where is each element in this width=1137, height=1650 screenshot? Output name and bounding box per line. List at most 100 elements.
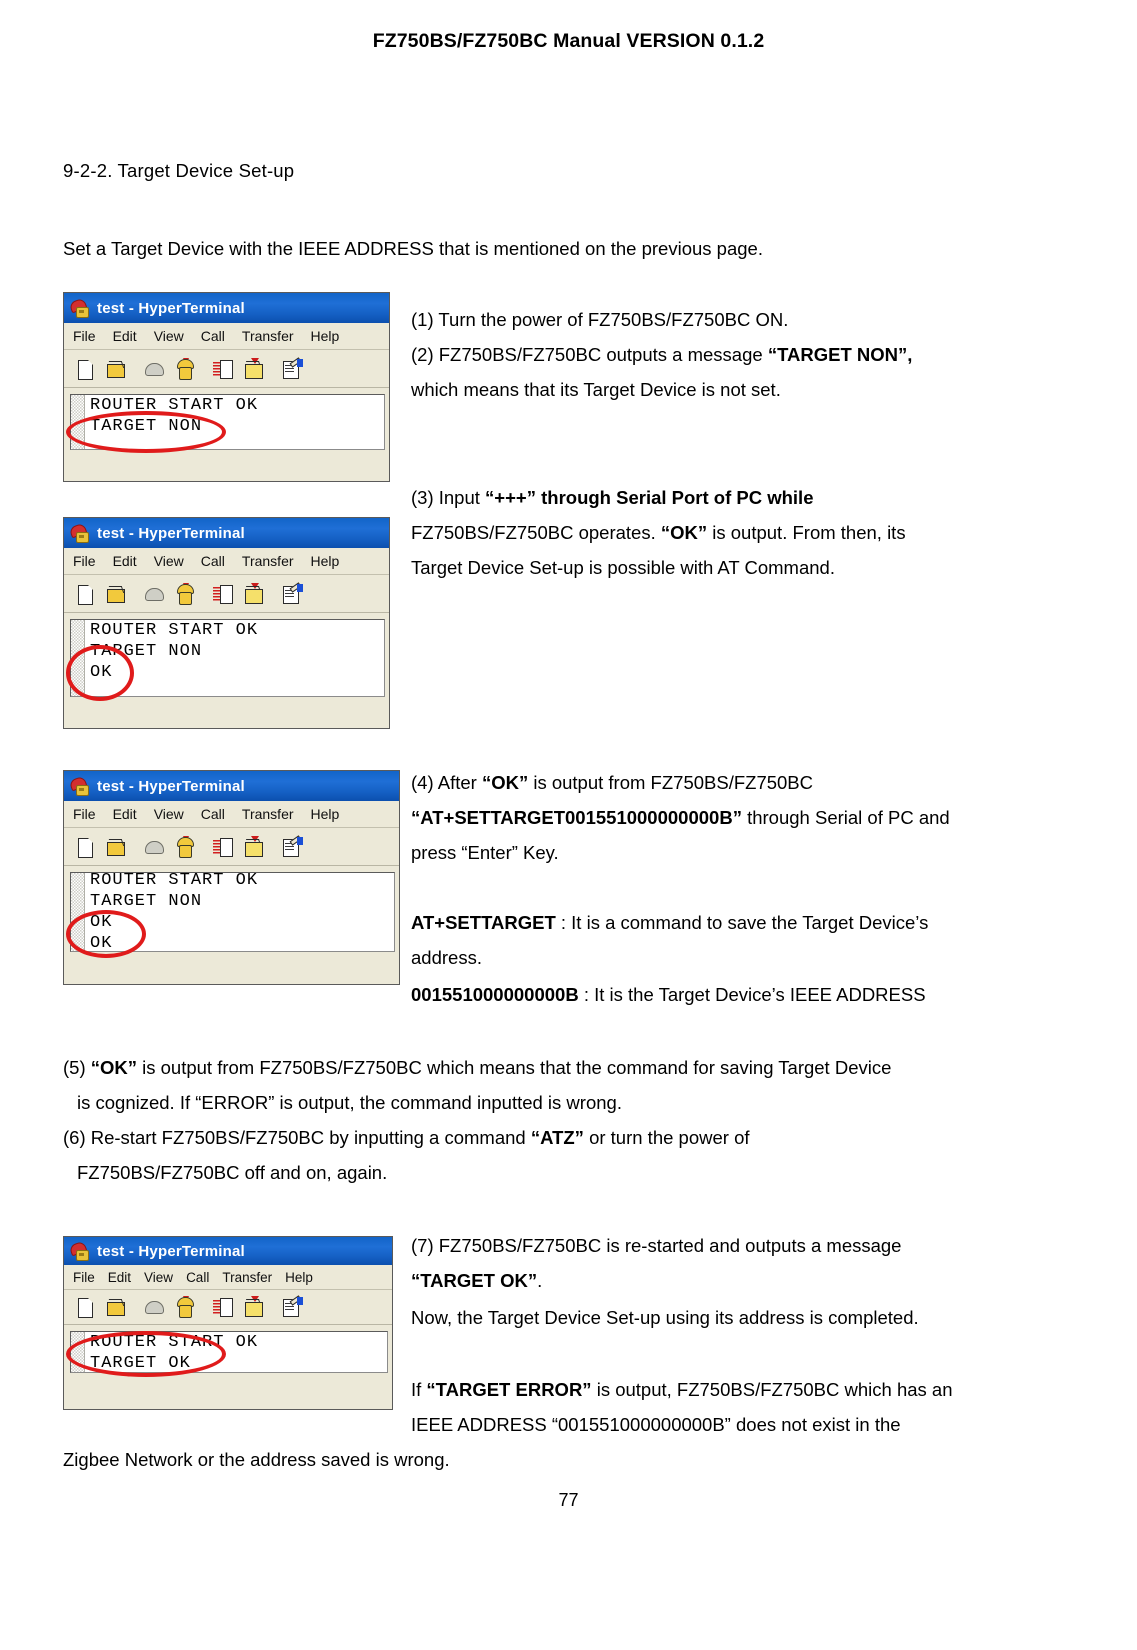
properties-icon[interactable] [281,834,303,858]
connect-phone-icon[interactable] [174,835,196,858]
menu-item-edit[interactable]: Edit [113,806,137,822]
open-folder-icon[interactable] [105,583,127,605]
terminal-scrollbar[interactable] [71,1332,85,1372]
properties-icon[interactable] [281,1295,303,1318]
menu-item-transfer[interactable]: Transfer [242,806,294,822]
terminal-line: TARGET NON [90,892,203,911]
step-1-2-block: (1) Turn the power of FZ750BS/FZ750BC ON… [411,302,1018,407]
note-line-1: AT+SETTARGET : It is a command to save t… [411,905,1018,940]
note-text-1: : It is a command to save the Target Dev… [555,912,929,933]
connect-phone-icon[interactable] [174,1296,196,1318]
disconnect-phone-icon[interactable] [143,836,165,858]
properties-icon[interactable] [281,356,303,380]
new-connection-icon[interactable] [74,358,96,380]
ok-emphasis: “OK” [90,1057,137,1078]
step-5-number: (5) [63,1057,91,1078]
menu-item-edit[interactable]: Edit [108,1270,131,1285]
step-5-6-block: (5) “OK” is output from FZ750BS/FZ750BC … [63,1050,1018,1190]
window-title: test - HyperTerminal [97,524,245,542]
atz-emphasis: “ATZ” [530,1127,584,1148]
plus-plus-plus-emphasis: “+++” [485,487,536,508]
terminal-line: ROUTER START OK [90,872,259,890]
terminal-line: OK [90,913,113,932]
new-connection-icon[interactable] [74,836,96,858]
menu-item-file[interactable]: File [73,1270,95,1285]
open-folder-icon[interactable] [105,836,127,858]
menu-item-transfer[interactable]: Transfer [222,1270,272,1285]
menu-item-file[interactable]: File [73,806,96,822]
open-folder-icon[interactable] [105,1296,127,1318]
terminal-output: ROUTER START OK TARGET OK [85,1332,387,1372]
menu-item-file[interactable]: File [73,553,96,569]
terminal-screen[interactable]: ROUTER START OK TARGET NON [70,394,385,450]
terminal-scrollbar[interactable] [71,620,85,696]
send-file-icon[interactable] [212,583,234,605]
menu-item-edit[interactable]: Edit [113,328,137,344]
menu-item-file[interactable]: File [73,328,96,344]
connect-phone-icon[interactable] [174,582,196,605]
hyperterminal-app-icon [68,297,90,318]
send-file-icon[interactable] [212,358,234,380]
terminal-scrollbar[interactable] [71,873,85,951]
toolbar [64,350,389,388]
final-line: Zigbee Network or the address saved is w… [63,1449,450,1470]
receive-file-icon[interactable] [243,1296,265,1318]
receive-file-icon[interactable] [243,835,265,858]
toolbar [64,575,389,613]
menu-item-call[interactable]: Call [201,328,225,344]
terminal-screen[interactable]: ROUTER START OK TARGET OK [70,1331,388,1373]
title-bar: test - HyperTerminal [64,771,399,801]
ieee-address-note: 001551000000000B : It is the Target Devi… [411,977,1018,1012]
disconnect-phone-icon[interactable] [143,1296,165,1318]
new-connection-icon[interactable] [74,583,96,605]
error-text-a: If [411,1379,427,1400]
target-error-note: If “TARGET ERROR” is output, FZ750BS/FZ7… [411,1372,1018,1442]
step-7-line-1: (7) FZ750BS/FZ750BC is re-started and ou… [411,1235,902,1256]
menu-item-call[interactable]: Call [201,553,225,569]
step-3-line-1: (3) Input “+++” through Serial Port of P… [411,480,1018,515]
terminal-client-area: ROUTER START OK TARGET OK [64,1325,392,1377]
step-2-line-2: which means that its Target Device is no… [411,379,781,400]
menu-item-call[interactable]: Call [201,806,225,822]
menu-bar: File Edit View Call Transfer Help [64,548,389,575]
section-intro: Set a Target Device with the IEEE ADDRES… [63,238,763,259]
open-folder-icon[interactable] [105,358,127,380]
terminal-line: ROUTER START OK [90,1333,259,1352]
terminal-client-area: ROUTER START OK TARGET NON OK OK [64,866,399,958]
at-settarget-note: AT+SETTARGET : It is a command to save t… [411,905,1018,975]
send-file-icon[interactable] [212,836,234,858]
connect-phone-icon[interactable] [174,357,196,380]
menu-item-transfer[interactable]: Transfer [242,328,294,344]
menu-item-view[interactable]: View [154,328,184,344]
menu-item-call[interactable]: Call [186,1270,209,1285]
menu-item-help[interactable]: Help [311,553,340,569]
step-7-line-2: “TARGET OK”. [411,1263,1018,1298]
error-line-2: IEEE ADDRESS “001551000000000B” does not… [411,1414,901,1435]
menu-item-help[interactable]: Help [311,328,340,344]
new-connection-icon[interactable] [74,1296,96,1318]
disconnect-phone-icon[interactable] [143,358,165,380]
note-text-2: : It is the Target Device’s IEEE ADDRESS [578,984,926,1005]
title-bar: test - HyperTerminal [64,1237,392,1265]
disconnect-phone-icon[interactable] [143,583,165,605]
hyperterminal-window-2: test - HyperTerminal File Edit View Call… [63,517,390,729]
menu-item-view[interactable]: View [154,806,184,822]
menu-item-help[interactable]: Help [285,1270,313,1285]
terminal-output: ROUTER START OK TARGET NON OK [85,620,384,696]
menu-item-view[interactable]: View [144,1270,173,1285]
terminal-scrollbar[interactable] [71,395,85,449]
receive-file-icon[interactable] [243,582,265,605]
page-header: FZ750BS/FZ750BC Manual VERSION 0.1.2 [372,30,765,52]
terminal-client-area: ROUTER START OK TARGET NON [64,388,389,453]
properties-icon[interactable] [281,581,303,605]
menu-item-view[interactable]: View [154,553,184,569]
terminal-screen[interactable]: ROUTER START OK TARGET NON OK OK [70,872,395,952]
menu-item-edit[interactable]: Edit [113,553,137,569]
send-file-icon[interactable] [212,1296,234,1318]
menu-item-help[interactable]: Help [311,806,340,822]
terminal-output: ROUTER START OK TARGET NON OK OK [85,872,394,951]
terminal-output: ROUTER START OK TARGET NON [85,395,384,449]
menu-item-transfer[interactable]: Transfer [242,553,294,569]
terminal-screen[interactable]: ROUTER START OK TARGET NON OK [70,619,385,697]
receive-file-icon[interactable] [243,357,265,380]
